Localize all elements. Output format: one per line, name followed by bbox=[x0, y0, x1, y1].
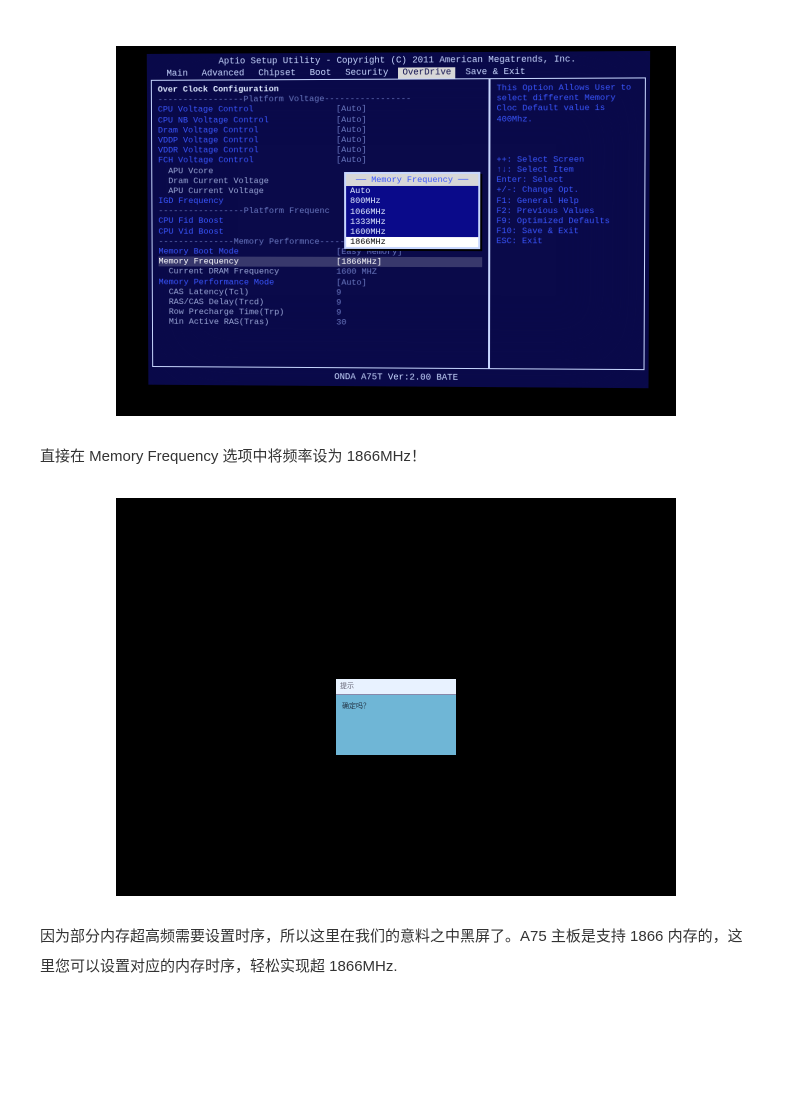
config-value: 30 bbox=[336, 318, 346, 328]
help-key-line: ESC: Exit bbox=[496, 236, 638, 246]
bios-screenshot-photo: Aptio Setup Utility - Copyright (C) 2011… bbox=[40, 46, 752, 416]
popup-option[interactable]: 1866MHz bbox=[346, 237, 478, 247]
config-label: CPU NB Voltage Control bbox=[158, 115, 336, 126]
dialog-title: 提示 bbox=[336, 679, 456, 695]
config-label: RAS/CAS Delay(Trcd) bbox=[159, 297, 337, 308]
help-key-line: F1: General Help bbox=[496, 195, 638, 205]
config-label: APU Current Voltage bbox=[158, 186, 336, 196]
config-row: Min Active RAS(Tras)30 bbox=[159, 317, 482, 329]
bios-screen: Aptio Setup Utility - Copyright (C) 2011… bbox=[146, 50, 651, 389]
config-value: [Auto] bbox=[336, 145, 367, 155]
help-key-line: F9: Optimized Defaults bbox=[496, 216, 638, 226]
tab-advanced[interactable]: Advanced bbox=[198, 68, 249, 79]
config-value: 9 bbox=[336, 287, 341, 297]
black-screen-photo: 提示 确定吗？ bbox=[40, 498, 752, 896]
config-value: [Auto] bbox=[336, 114, 367, 124]
black-monitor: 提示 确定吗？ bbox=[116, 498, 676, 896]
config-label: VDDP Voltage Control bbox=[158, 135, 336, 146]
config-row[interactable]: VDDP Voltage Control[Auto] bbox=[158, 135, 482, 146]
popup-option[interactable]: 1600MHz bbox=[346, 227, 478, 237]
config-value: [Auto] bbox=[336, 104, 367, 114]
popup-option[interactable]: 1333MHz bbox=[346, 217, 478, 227]
popup-option[interactable]: 800MHz bbox=[346, 196, 478, 206]
popup-option[interactable]: 1066MHz bbox=[346, 207, 478, 217]
tab-security[interactable]: Security bbox=[341, 67, 392, 78]
config-value: 1600 MHZ bbox=[336, 267, 377, 277]
caption-2: 因为部分内存超高频需要设置时序，所以这里在我们的意料之中黑屏了。A75 主板是支… bbox=[40, 922, 752, 982]
config-value: [Auto] bbox=[336, 155, 367, 165]
help-description: This Option Allows User to select differ… bbox=[497, 83, 639, 125]
config-label: Memory Performance Mode bbox=[159, 277, 337, 288]
config-label: Current DRAM Frequency bbox=[159, 267, 337, 278]
help-key-line: F10: Save & Exit bbox=[496, 226, 638, 236]
config-label: CPU Fid Boost bbox=[158, 216, 336, 226]
config-label: Dram Current Voltage bbox=[158, 176, 336, 186]
config-value: [1866MHz] bbox=[336, 257, 382, 267]
tab-save-exit[interactable]: Save & Exit bbox=[461, 67, 529, 78]
config-label: Min Active RAS(Tras) bbox=[159, 317, 336, 328]
tab-boot[interactable]: Boot bbox=[306, 68, 336, 79]
config-label: FCH Voltage Control bbox=[158, 155, 336, 165]
config-value: 9 bbox=[336, 298, 341, 308]
help-key-line: ↑↓: Select Item bbox=[496, 165, 638, 175]
bios-monitor-frame: Aptio Setup Utility - Copyright (C) 2011… bbox=[116, 46, 676, 416]
bios-footer: ONDA A75T Ver:2.00 BATE bbox=[148, 371, 648, 385]
help-key-line: ++: Select Screen bbox=[496, 154, 638, 165]
config-label: CAS Latency(Tcl) bbox=[159, 287, 337, 298]
config-row[interactable]: FCH Voltage Control[Auto] bbox=[158, 155, 482, 166]
tab-chipset[interactable]: Chipset bbox=[254, 68, 300, 79]
config-value: [Auto] bbox=[336, 135, 367, 145]
dialog-box: 提示 确定吗？ bbox=[336, 679, 456, 755]
popup-title: ── Memory Frequency ── bbox=[346, 174, 478, 186]
bios-left-pane: Over Clock Configuration ---------------… bbox=[152, 79, 491, 368]
config-label: IGD Frequency bbox=[158, 196, 336, 206]
config-label: CPU Voltage Control bbox=[158, 104, 336, 115]
popup-option[interactable]: Auto bbox=[346, 186, 478, 196]
tab-overdrive[interactable]: OverDrive bbox=[398, 67, 455, 78]
help-key-line: F2: Previous Values bbox=[496, 206, 638, 216]
help-key-line: +/-: Change Opt. bbox=[496, 185, 638, 195]
config-label: VDDR Voltage Control bbox=[158, 145, 336, 156]
bios-help-pane: This Option Allows User to select differ… bbox=[490, 78, 645, 369]
dialog-body: 确定吗？ bbox=[336, 695, 456, 755]
bios-body: Over Clock Configuration ---------------… bbox=[151, 77, 646, 370]
config-row[interactable]: VDDR Voltage Control[Auto] bbox=[158, 145, 482, 156]
config-label: Memory Frequency bbox=[159, 257, 337, 268]
config-value: [Auto] bbox=[336, 125, 367, 135]
memory-frequency-popup[interactable]: ── Memory Frequency ── Auto800MHz1066MHz… bbox=[344, 172, 480, 250]
config-value: [Auto] bbox=[336, 277, 366, 287]
config-label: APU Vcore bbox=[158, 166, 336, 176]
caption-1: 直接在 Memory Frequency 选项中将频率设为 1866MHz！ bbox=[40, 442, 752, 472]
tab-main[interactable]: Main bbox=[163, 68, 192, 79]
config-label: Dram Voltage Control bbox=[158, 125, 336, 136]
help-key-line: Enter: Select bbox=[496, 175, 638, 185]
config-value: 9 bbox=[336, 308, 341, 318]
config-label: CPU Vid Boost bbox=[158, 226, 336, 236]
config-label: Memory Boot Mode bbox=[158, 247, 336, 257]
